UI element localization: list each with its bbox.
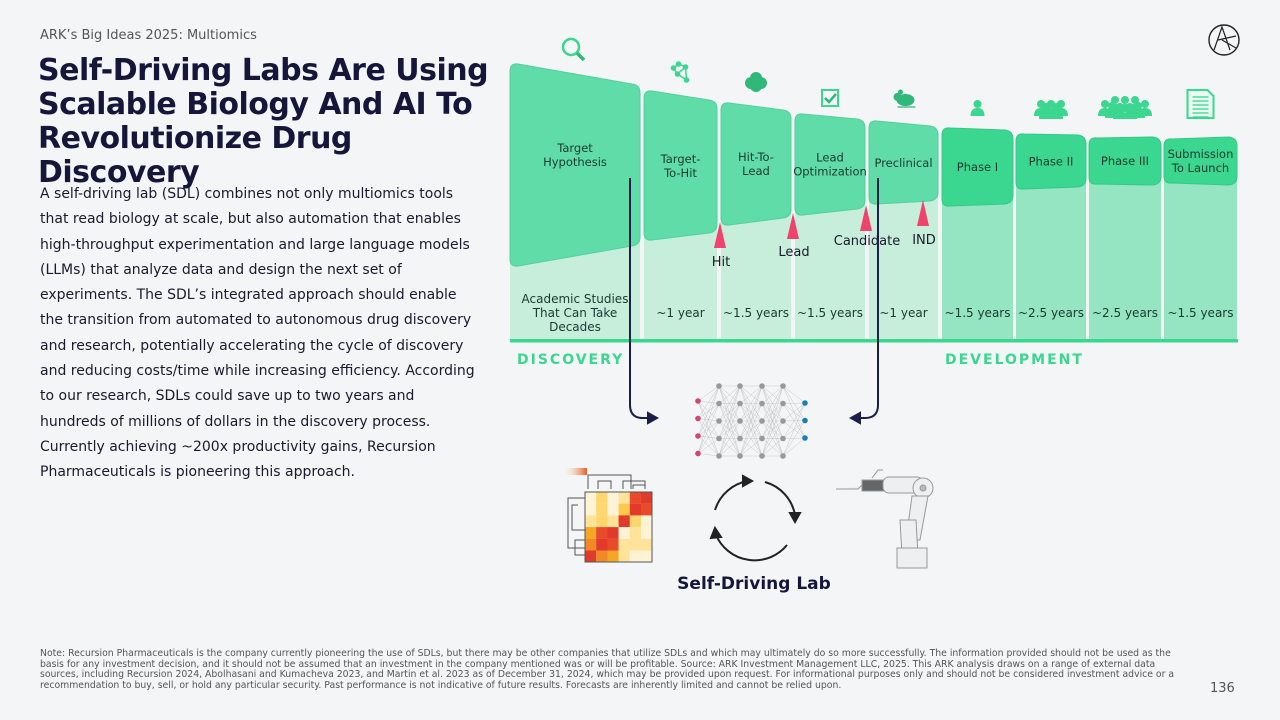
- section-discovery: DISCOVERY: [517, 352, 624, 368]
- timeline-baseline: [510, 339, 1238, 343]
- milestone-label: Lead: [778, 245, 809, 260]
- stage-lead-optimization: LeadOptimization ~1.5 years: [793, 89, 867, 340]
- stage-label: Phase I: [957, 160, 998, 174]
- stage-duration: Academic Studies: [522, 292, 629, 306]
- stage-label: Hypothesis: [543, 155, 607, 169]
- cycle-arrows-icon: [709, 474, 802, 562]
- tree-icon: [745, 72, 767, 92]
- stage-label: Optimization: [793, 164, 867, 178]
- stage-label: Phase III: [1101, 154, 1149, 168]
- stage-label: Target: [556, 141, 593, 155]
- milestone-label: Candidate: [834, 234, 900, 249]
- milestone-label: Hit: [712, 255, 730, 270]
- stage-label: Hit-To-: [738, 150, 774, 164]
- stage-label: To-Hit: [663, 166, 697, 180]
- stage-duration: ~1 year: [656, 306, 704, 320]
- stage-duration: ~2.5 years: [1018, 306, 1084, 320]
- stage-duration: ~1.5 years: [797, 306, 863, 320]
- stage-label: Lead: [742, 164, 770, 178]
- large-group-icon: [1098, 96, 1152, 119]
- stage-label: Preclinical: [874, 156, 932, 170]
- stage-label: Lead: [816, 150, 844, 164]
- stage-duration: ~1.5 years: [945, 306, 1011, 320]
- robot-arm-icon: [836, 469, 934, 569]
- stage-duration: ~2.5 years: [1092, 306, 1158, 320]
- stage-phase-i: Phase I ~1.5 years: [941, 100, 1014, 340]
- milestone-label: IND: [912, 233, 936, 248]
- neural-network-icon: [695, 383, 808, 459]
- person-icon: [970, 100, 985, 116]
- stage-preclinical: Preclinical ~1 year: [868, 89, 939, 340]
- mouse-icon: [893, 89, 916, 108]
- stage-target-hypothesis: TargetHypothesis Academic StudiesThat Can…: [509, 37, 641, 340]
- drug-discovery-pipeline-diagram: TargetHypothesis Academic StudiesThat Can…: [509, 24, 1240, 594]
- section-development: DEVELOPMENT: [945, 352, 1084, 368]
- stage-label: Target-: [660, 152, 701, 166]
- checkbox-icon: [821, 89, 839, 107]
- small-group-icon: [1034, 100, 1068, 119]
- molecule-network-icon: [670, 61, 690, 83]
- stage-submission-to-launch: SubmissionTo Launch ~1.5 years: [1163, 89, 1238, 340]
- document-icon: [1186, 89, 1215, 119]
- stage-phase-ii: Phase II ~2.5 years: [1015, 100, 1087, 340]
- stage-duration: ~1 year: [879, 306, 927, 320]
- self-driving-lab-label: Self-Driving Lab: [677, 574, 831, 594]
- stage-label: To Launch: [1171, 161, 1229, 175]
- stage-hit-to-lead: Hit-To-Lead ~1.5 years: [720, 72, 792, 340]
- stage-duration: Decades: [549, 320, 601, 334]
- heatmap-dendrogram-icon: [563, 468, 653, 563]
- stage-duration: That Can Take: [532, 306, 618, 320]
- stage-duration: ~1.5 years: [1168, 306, 1234, 320]
- stage-phase-iii: Phase III ~2.5 years: [1088, 96, 1162, 340]
- ark-logo: [1208, 24, 1240, 56]
- stage-label: Submission: [1168, 147, 1234, 161]
- magnifier-icon: [561, 37, 586, 62]
- stage-target-to-hit: Target-To-Hit ~1 year: [643, 61, 718, 340]
- stage-duration: ~1.5 years: [723, 306, 789, 320]
- stage-label: Phase II: [1029, 154, 1074, 168]
